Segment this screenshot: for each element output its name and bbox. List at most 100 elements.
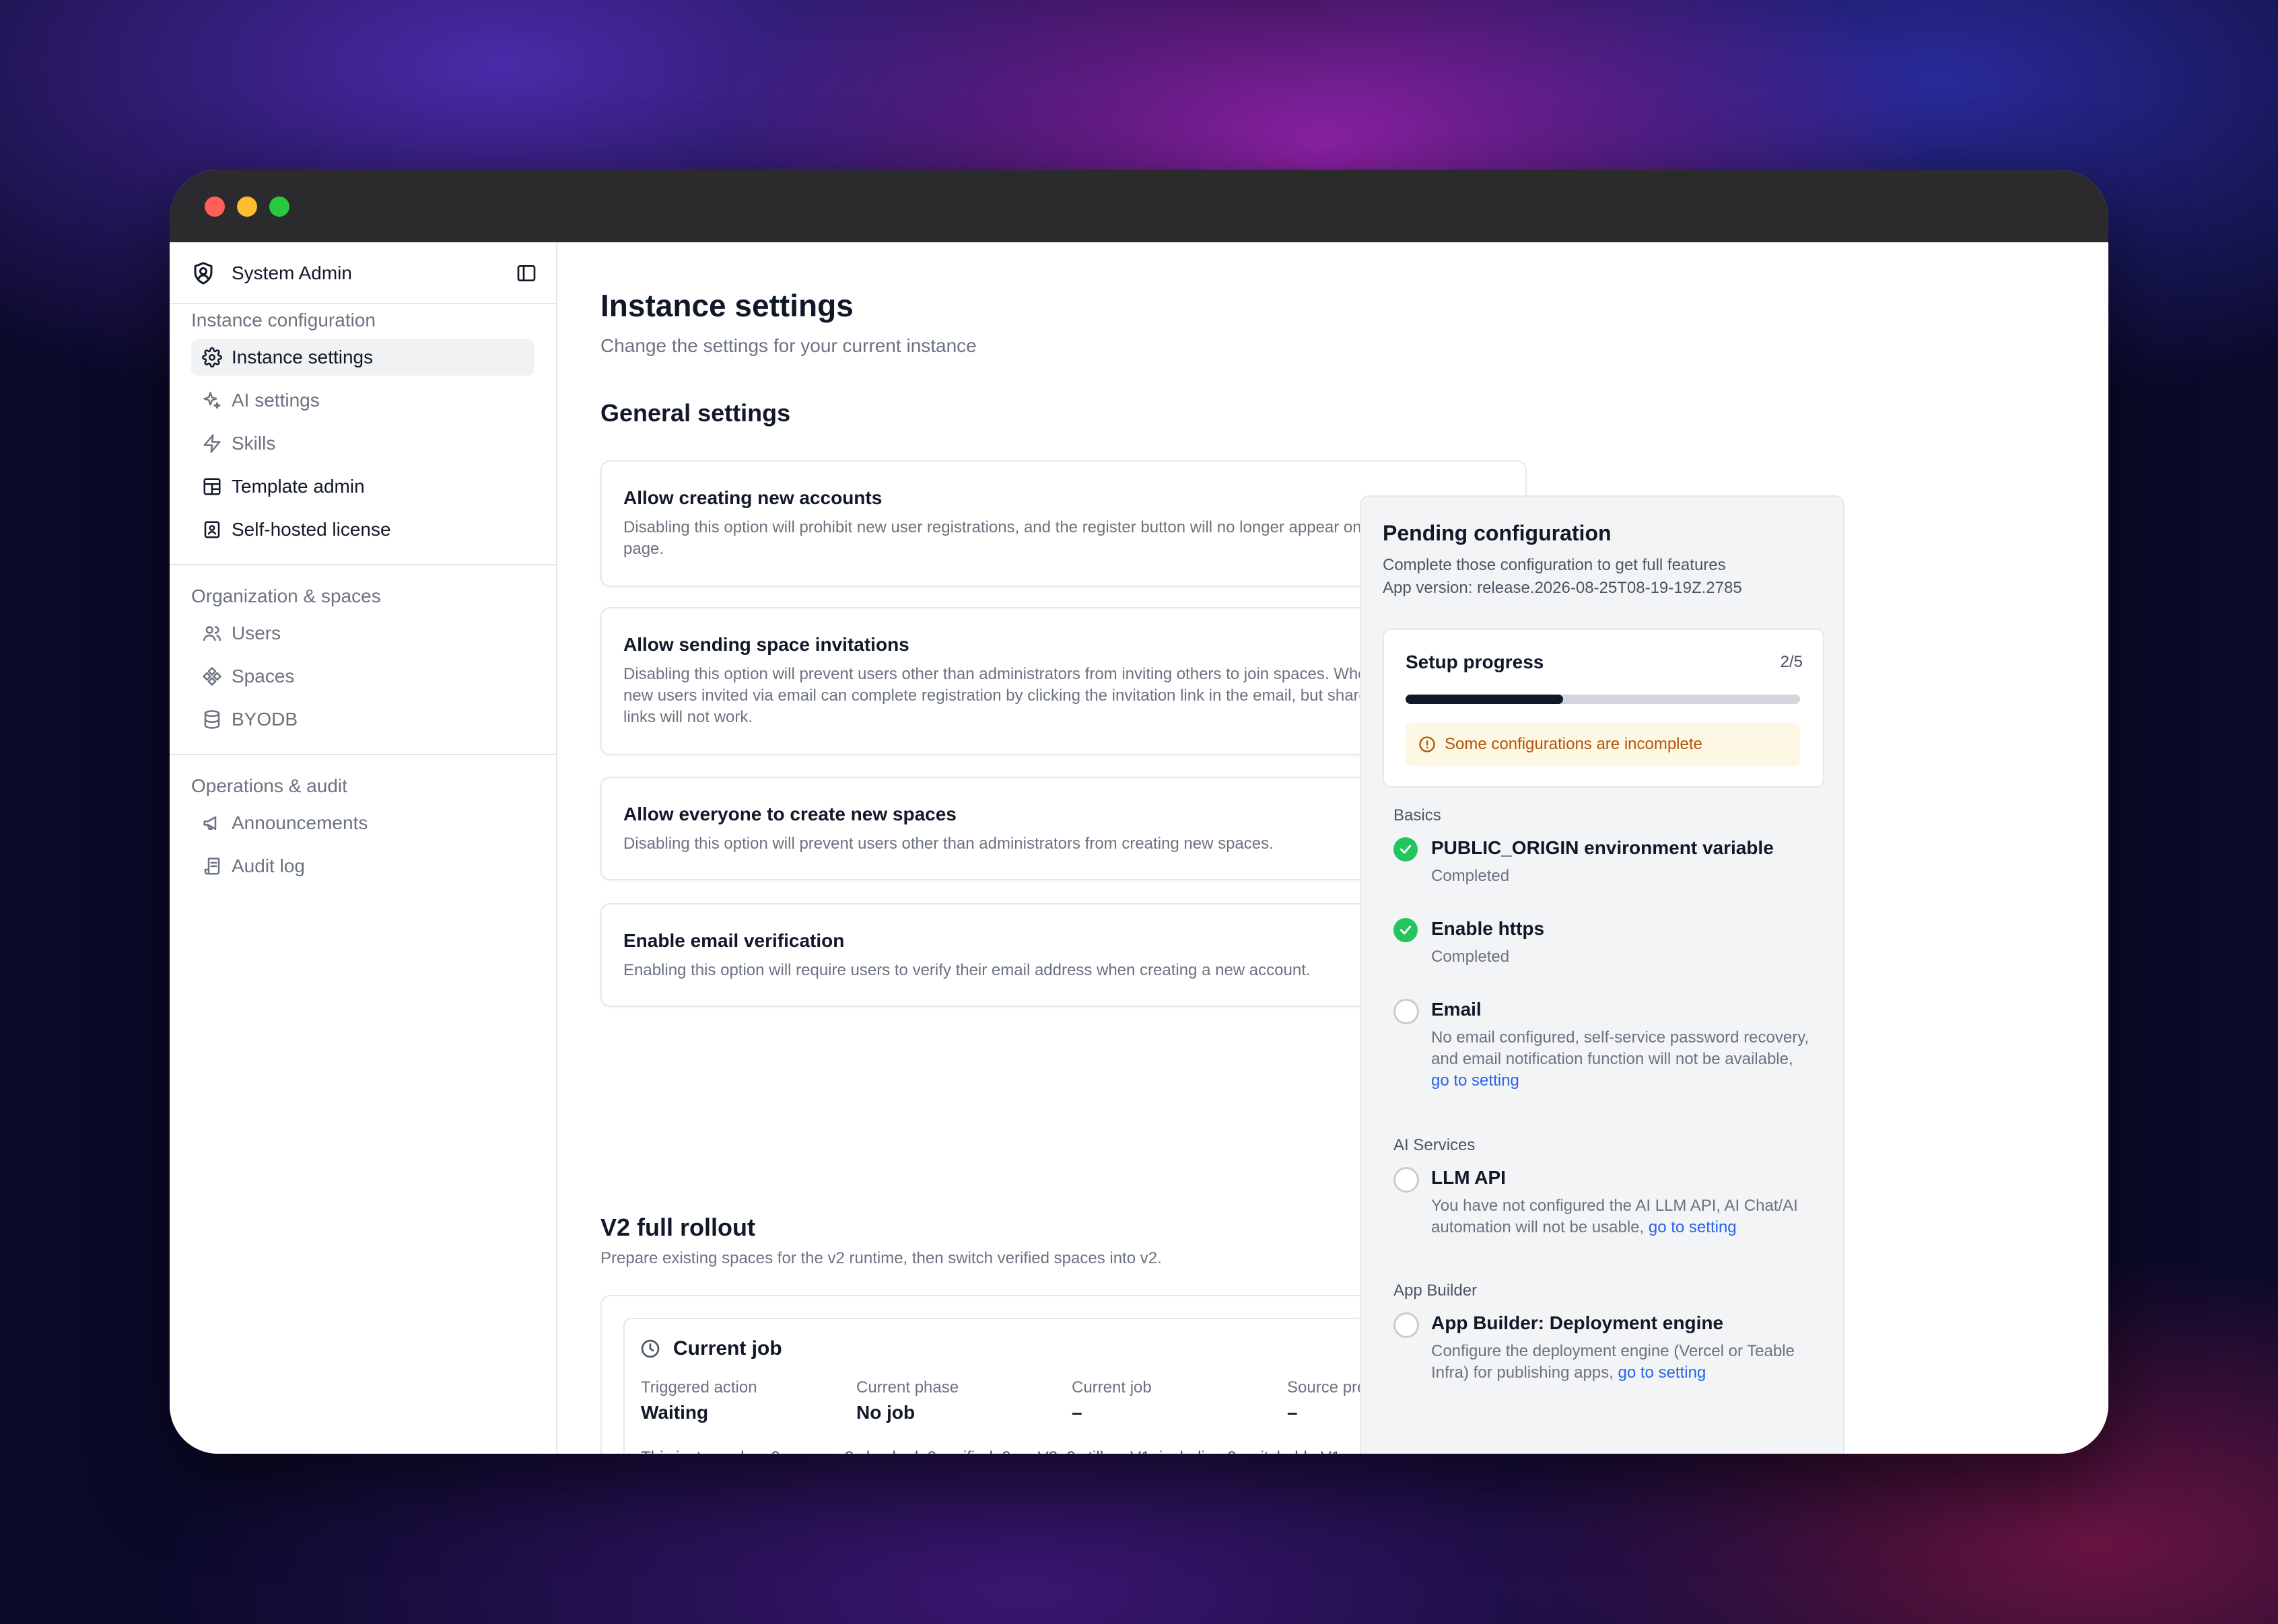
setup-progress-count: 2/5: [1780, 653, 1803, 671]
pending-configuration-title: Pending configuration: [1383, 521, 1612, 545]
step-title: Enable https: [1431, 918, 1545, 939]
section-title-organization-spaces: Organization & spaces: [191, 586, 381, 606]
sidebar-item-label: Audit log: [232, 855, 305, 876]
job-field-value: No job: [856, 1402, 916, 1423]
sidebar-title: System Admin: [232, 262, 352, 283]
step-title: Email: [1431, 999, 1482, 1020]
setup-progress-card: Setup progress 2/5 Some configurations a…: [1383, 629, 1824, 787]
sidebar-item-label: BYODB: [232, 709, 298, 730]
step-status-icon: [1393, 1312, 1419, 1338]
template-icon: [203, 478, 221, 495]
job-field-value: Waiting: [641, 1402, 709, 1423]
setting-description: Enabling this option will require users …: [623, 961, 1311, 979]
general-settings-heading: General settings: [600, 399, 791, 427]
sidebar-item-self-hosted-license[interactable]: Self-hosted license: [191, 511, 534, 548]
sidebar-item-template-admin[interactable]: Template admin: [191, 468, 534, 505]
setup-progress-title: Setup progress: [1406, 651, 1544, 672]
sidebar-item-label: Spaces: [232, 666, 295, 686]
sparkle-icon: [203, 392, 221, 409]
sidebar-divider: [170, 564, 556, 565]
shield-icon: [194, 262, 213, 285]
v2-rollout-subtitle: Prepare existing spaces for the v2 runti…: [600, 1249, 1162, 1267]
pending-configuration-panel: Pending configuration Complete those con…: [1360, 495, 1844, 1454]
sidebar-item-audit-log[interactable]: Audit log: [191, 848, 534, 884]
group-title-basics: Basics: [1393, 806, 1441, 824]
job-field-label: Current job: [1072, 1378, 1152, 1397]
spaces-icon: [203, 667, 221, 686]
gear-icon: [202, 347, 222, 367]
job-summary-note: This instance has 0 spaces. 0 checked, 0…: [641, 1447, 1482, 1454]
minimize-window-button[interactable]: [237, 197, 257, 217]
sidebar-item-ai-settings[interactable]: AI settings: [191, 382, 534, 419]
step-description: No email configured, self-service passwo…: [1431, 1028, 1809, 1090]
job-field-current-job: Current job –: [1072, 1377, 1280, 1425]
sidebar-divider: [170, 754, 556, 755]
window-titlebar: [170, 170, 2108, 242]
sidebar-item-label: Announcements: [232, 812, 368, 833]
sidebar-item-users[interactable]: Users: [191, 615, 534, 651]
sidebar-header: System Admin: [170, 242, 556, 304]
maximize-window-button[interactable]: [269, 197, 289, 217]
database-icon: [204, 710, 220, 729]
close-window-button[interactable]: [205, 197, 225, 217]
alert-circle-icon: [1419, 736, 1435, 752]
sidebar-item-label: Skills: [232, 433, 276, 454]
section-title-instance-configuration: Instance configuration: [191, 310, 376, 330]
step-status-icon: [1393, 1167, 1419, 1193]
email-go-to-setting-link[interactable]: go to setting: [1431, 1071, 1519, 1090]
app-window: System Admin Instance configuration Inst…: [170, 170, 2108, 1454]
sidebar-item-label: Users: [232, 623, 281, 643]
step-description: Completed: [1431, 948, 1510, 966]
job-field-value: –: [1072, 1402, 1082, 1423]
setting-description: Disabling this option will prevent users…: [623, 835, 1274, 853]
sidebar-item-spaces[interactable]: Spaces: [191, 658, 534, 695]
sidebar-item-skills[interactable]: Skills: [191, 425, 534, 462]
sidebar-item-label: Self-hosted license: [232, 519, 391, 540]
sidebar-item-instance-settings[interactable]: Instance settings: [191, 339, 534, 376]
setting-description: Disabling this option will prevent users…: [623, 665, 1445, 726]
llm-api-go-to-setting-link[interactable]: go to setting: [1649, 1218, 1737, 1236]
sidebar-toggle-icon[interactable]: [516, 262, 537, 284]
sidebar-item-announcements[interactable]: Announcements: [191, 805, 534, 841]
job-field-triggered-action: Triggered action Waiting: [641, 1377, 850, 1425]
step-status-icon: [1393, 999, 1419, 1024]
step-status-icon: [1393, 837, 1418, 861]
page-title: Instance settings: [600, 288, 854, 323]
check-icon: [1400, 925, 1412, 935]
step-title: PUBLIC_ORIGIN environment variable: [1431, 837, 1774, 858]
deployment-engine-go-to-setting-link[interactable]: go to setting: [1618, 1364, 1706, 1382]
job-field-label: Current phase: [856, 1378, 959, 1397]
incomplete-warning: Some configurations are incomplete: [1406, 723, 1800, 766]
setup-progress-fill: [1406, 695, 1564, 704]
sidebar-item-label: Instance settings: [232, 347, 374, 367]
lightning-icon: [203, 434, 221, 453]
job-field-label: Triggered action: [641, 1378, 757, 1397]
incomplete-warning-text: Some configurations are incomplete: [1445, 735, 1702, 753]
setting-title: Allow creating new accounts: [623, 487, 883, 508]
section-title-operations-audit: Operations & audit: [191, 775, 347, 796]
main-content: Instance settings Change the settings fo…: [557, 242, 2108, 1454]
app-version: App version: release.2026-08-25T08-19-19…: [1383, 579, 1742, 597]
clock-icon: [641, 1339, 660, 1358]
job-field-current-phase: Current phase No job: [856, 1377, 1065, 1425]
license-icon: [204, 521, 220, 538]
pending-configuration-subtitle: Complete those configuration to get full…: [1383, 556, 1726, 574]
setting-title: Allow sending space invitations: [623, 634, 909, 655]
step-status-icon: [1393, 918, 1418, 942]
megaphone-icon: [203, 816, 217, 830]
step-title: LLM API: [1431, 1167, 1506, 1188]
sidebar: System Admin Instance configuration Inst…: [170, 242, 557, 1454]
sidebar-item-label: Template admin: [232, 476, 365, 497]
step-description: You have not configured the AI LLM API, …: [1431, 1197, 1798, 1236]
setup-progress-bar: [1406, 695, 1800, 704]
scroll-icon: [204, 857, 220, 875]
setting-description: Disabling this option will prohibit new …: [623, 518, 1428, 558]
step-description: Configure the deployment engine (Vercel …: [1431, 1342, 1795, 1382]
v2-rollout-heading: V2 full rollout: [600, 1213, 755, 1241]
sidebar-item-byodb[interactable]: BYODB: [191, 701, 534, 738]
setting-title: Enable email verification: [623, 930, 845, 951]
group-title-ai-services: AI Services: [1393, 1136, 1476, 1154]
step-title: App Builder: Deployment engine: [1431, 1312, 1724, 1333]
group-title-app-builder: App Builder: [1393, 1281, 1478, 1300]
step-description: Completed: [1431, 867, 1510, 885]
